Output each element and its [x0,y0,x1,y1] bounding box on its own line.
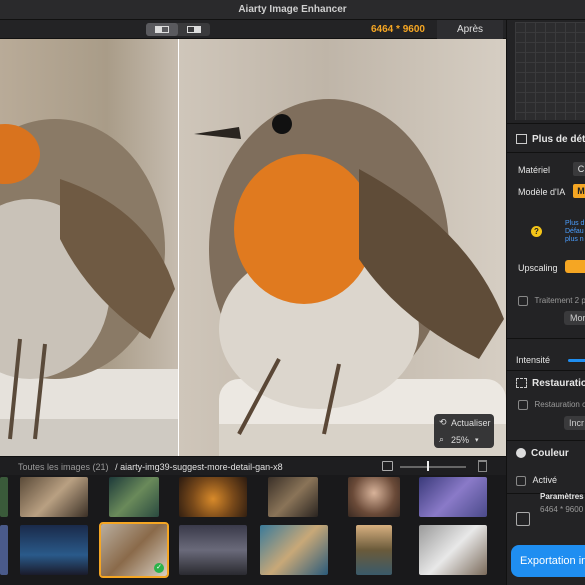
two-pass-checkbox[interactable] [518,295,528,306]
zoom-select[interactable]: ⌕ 25% ▾ [434,431,494,448]
gallery-thumbnail[interactable] [109,477,159,517]
help-icon[interactable]: ? [531,226,542,237]
trash-icon[interactable] [478,460,487,472]
color-title: Couleur [531,448,569,459]
image-size-icon [382,461,393,471]
navigator-thumbnail[interactable] [515,22,585,120]
restoration-checkbox[interactable] [518,399,528,410]
robin-after-image [194,99,506,456]
more-button[interactable]: Mor [564,311,585,325]
gallery-toolbar: Toutes les images (21) / aiarty-img39-su… [0,456,506,475]
restoration-section[interactable]: Restauration [516,378,585,389]
zoom-control: ⟲ Actualiser ⌕ 25% ▾ [434,414,494,448]
split-view-icon [155,26,169,33]
refresh-button[interactable]: ⟲ Actualiser [434,414,494,431]
gallery-thumbnail[interactable] [268,477,318,517]
output-dims-label: 6464 * 9600 [540,505,584,514]
restoration-title: Restauration [532,378,585,389]
split-view-button[interactable] [146,23,178,36]
before-pane [0,39,178,456]
restoration-option[interactable]: Restauration c [518,399,585,410]
app-title: Aiarty Image Enhancer [238,4,347,15]
image-preview[interactable]: ⟲ Actualiser ⌕ 25% ▾ [0,39,506,456]
robin-before-image [0,119,178,456]
gallery-thumbnail[interactable] [356,525,392,575]
output-params-label: Paramètres d [540,492,585,501]
current-folder: / aiarty-img39-suggest-more-detail-gan-x… [115,462,283,472]
checkmark-icon: ✓ [154,563,164,573]
gallery-thumbnail[interactable] [179,525,247,575]
model-hint-2: Défau [565,228,584,235]
two-pass-option[interactable]: Traitement 2 p [518,295,585,306]
gallery-thumbnail[interactable] [348,477,400,517]
active-label: Activé [532,475,558,485]
color-enable-option[interactable]: Activé [516,475,585,486]
view-mode-toggle[interactable] [146,23,210,36]
after-pane [179,39,506,456]
gallery-thumbnail[interactable] [179,477,247,517]
two-pass-label: Traitement 2 p [534,296,585,305]
settings-sidebar: Plus de déta Matériel C Modèle d'IA M ? … [506,20,585,585]
ai-model-select[interactable]: M [573,184,585,198]
more-detail-label: Plus de déta [532,134,585,145]
color-enable-checkbox[interactable] [516,475,526,486]
chevron-down-icon: ▾ [475,436,479,444]
restoration-checkbox-label: Restauration c [534,400,585,409]
thumbnail-size-slider[interactable] [400,466,466,468]
tab-after[interactable]: Après [437,20,503,39]
refresh-icon: ⟲ [439,417,447,427]
gallery-thumbnail[interactable] [419,525,487,575]
color-icon [516,448,526,459]
gallery-thumbnail[interactable] [0,525,8,575]
zoom-icon: ⌕ [439,434,445,444]
gallery-thumbnail[interactable] [260,525,328,575]
output-settings-icon[interactable] [516,512,530,526]
material-select[interactable]: C [573,162,585,176]
detail-icon [516,134,527,145]
image-gallery: ✓ [0,475,506,585]
title-bar: Aiarty Image Enhancer [0,0,585,20]
color-section[interactable]: Couleur [516,448,585,459]
gallery-thumbnail[interactable] [419,477,487,517]
model-hint-1: Plus d [565,220,585,227]
side-by-side-button[interactable] [178,23,210,36]
gallery-thumbnail[interactable] [20,525,88,575]
all-images-link[interactable]: Toutes les images (21) [18,462,109,472]
gallery-thumbnail[interactable] [20,477,88,517]
upscaling-select[interactable] [565,260,585,273]
preview-toolbar: 6464 * 9600 Après [0,20,506,39]
selected-thumbnail[interactable]: ✓ [99,522,169,578]
more-detail-section[interactable]: Plus de déta [516,134,585,145]
export-button[interactable]: Exportation in [511,545,585,577]
gallery-thumbnail[interactable] [0,477,8,517]
side-by-side-icon [187,26,201,33]
output-dimensions: 6464 * 9600 [371,24,425,35]
model-hint-3: plus n [565,236,584,243]
increase-button[interactable]: Incr [564,416,585,430]
face-icon [516,378,527,389]
refresh-label: Actualiser [451,417,491,428]
zoom-level: 25% [451,434,470,445]
thumbnail-size-knob[interactable] [427,461,429,471]
intensity-slider[interactable] [568,359,585,362]
breadcrumb: Toutes les images (21) / aiarty-img39-su… [18,462,283,472]
